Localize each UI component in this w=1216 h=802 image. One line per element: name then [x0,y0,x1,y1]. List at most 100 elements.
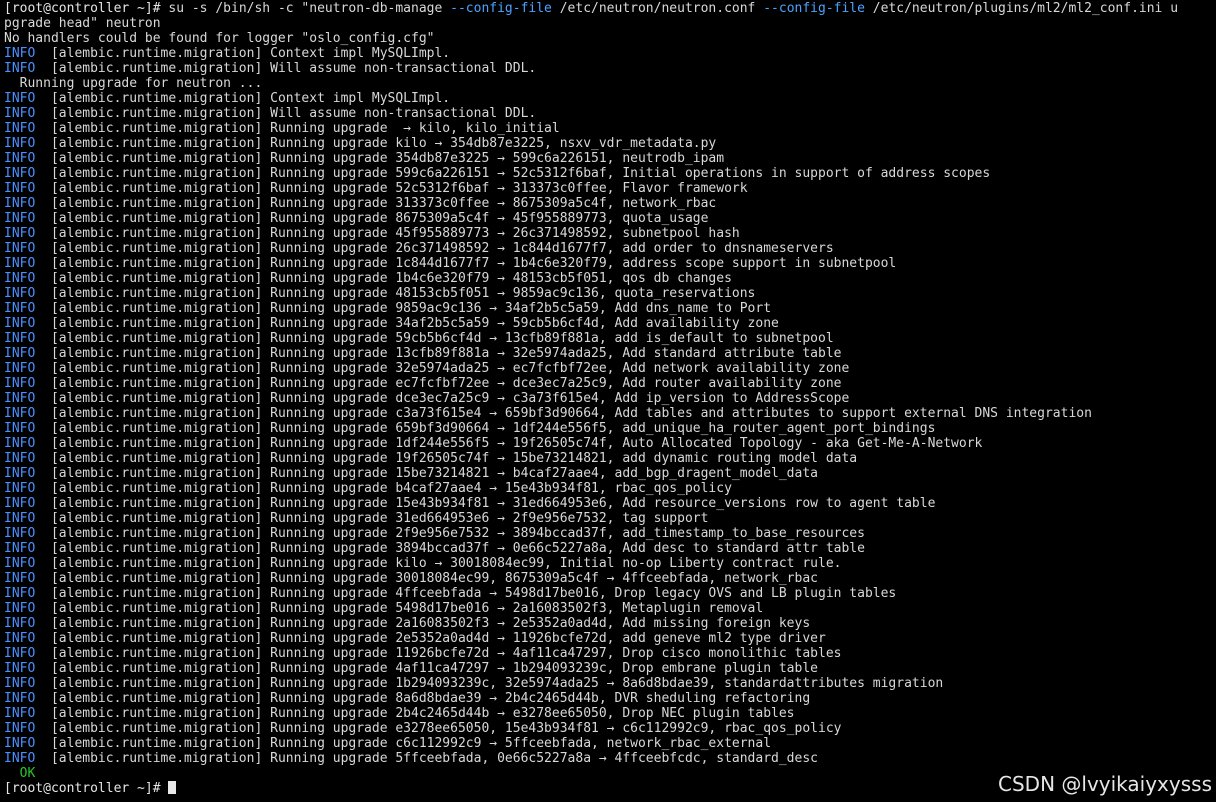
log-message: Running upgrade 3894bccad37f → 0e66c5227… [270,541,865,556]
log-logger: [alembic.runtime.migration] [35,406,271,421]
log-line: INFO [alembic.runtime.migration] Running… [4,451,1216,466]
log-line: INFO [alembic.runtime.migration] Running… [4,166,1216,181]
terminal-window[interactable]: [root@controller ~]# su -s /bin/sh -c "n… [0,0,1216,802]
log-line: INFO [alembic.runtime.migration] Running… [4,226,1216,241]
log-level: INFO [4,286,36,301]
log-logger: [alembic.runtime.migration] [35,151,271,166]
log-logger: [alembic.runtime.migration] [35,436,271,451]
log-message: Running upgrade 1b294093239c, 32e5974ada… [270,676,944,691]
log-level: INFO [4,181,36,196]
log-logger: [alembic.runtime.migration] [35,556,271,571]
log-message: Running upgrade 45f955889773 → 26c371498… [270,226,740,241]
log-logger: [alembic.runtime.migration] [35,316,271,331]
log-level: INFO [4,496,36,511]
log-level: INFO [4,346,36,361]
log-line: INFO [alembic.runtime.migration] Running… [4,391,1216,406]
log-message: Running upgrade 1b4c6e320f79 → 48153cb5f… [270,271,732,286]
log-message: Will assume non-transactional DDL. [270,61,537,76]
log-level: INFO [4,541,36,556]
log-logger: [alembic.runtime.migration] [35,481,271,496]
log-level: INFO [4,526,36,541]
log-line: INFO [alembic.runtime.migration] Running… [4,151,1216,166]
log-line: INFO [alembic.runtime.migration] Running… [4,751,1216,766]
log-message: Running upgrade 599c6a226151 → 52c5312f6… [270,166,991,181]
log-message: Running upgrade 48153cb5f051 → 9859ac9c1… [270,286,756,301]
log-line: INFO [alembic.runtime.migration] Running… [4,316,1216,331]
log-line: INFO [alembic.runtime.migration] Running… [4,241,1216,256]
log-message: Running upgrade 313373c0ffee → 8675309a5… [270,196,717,211]
log-level: INFO [4,616,36,631]
log-message: Running upgrade 2e5352a0ad4d → 11926bcfe… [270,631,826,646]
logger-notice: No handlers could be found for logger "o… [4,31,435,46]
log-line: INFO [alembic.runtime.migration] Running… [4,196,1216,211]
log-line: INFO [alembic.runtime.migration] Running… [4,571,1216,586]
log-line: INFO [alembic.runtime.migration] Running… [4,541,1216,556]
log-line: INFO [alembic.runtime.migration] Running… [4,646,1216,661]
log-message: Running upgrade c3a73f615e4 → 659bf3d906… [270,406,1092,421]
log-level: INFO [4,436,36,451]
log-level: INFO [4,361,36,376]
log-message: Running upgrade 5ffceebfada, 0e66c5227a8… [270,751,818,766]
log-line: INFO [alembic.runtime.migration] Running… [4,181,1216,196]
log-logger: [alembic.runtime.migration] [35,511,271,526]
log-logger: [alembic.runtime.migration] [35,571,271,586]
log-logger: [alembic.runtime.migration] [35,136,271,151]
log-message: Running upgrade dce3ec7a25c9 → c3a73f615… [270,391,850,406]
log-level: INFO [4,61,36,76]
log-logger: [alembic.runtime.migration] [35,496,271,511]
log-level: INFO [4,586,36,601]
log-logger: [alembic.runtime.migration] [35,661,271,676]
log-message: Running upgrade 59cb5b6cf4d → 13cfb89f88… [270,331,834,346]
log-message: Running upgrade 4af11ca47297 → 1b2940932… [270,661,818,676]
log-logger: [alembic.runtime.migration] [35,736,271,751]
log-message: Context impl MySQLImpl. [270,46,451,61]
log-logger: [alembic.runtime.migration] [35,46,271,61]
log-logger: [alembic.runtime.migration] [35,166,271,181]
log-line: INFO [alembic.runtime.migration] Running… [4,676,1216,691]
log-level: INFO [4,46,36,61]
log-logger: [alembic.runtime.migration] [35,421,271,436]
log-message: Running upgrade 1c844d1677f7 → 1b4c6e320… [270,256,897,271]
log-line: INFO [alembic.runtime.migration] Running… [4,481,1216,496]
log-logger: [alembic.runtime.migration] [35,751,271,766]
log-logger: [alembic.runtime.migration] [35,301,271,316]
log-message: Running upgrade kilo → 30018084ec99, Ini… [270,556,842,571]
log-line: INFO [alembic.runtime.migration] Running… [4,376,1216,391]
log-logger: [alembic.runtime.migration] [35,211,271,226]
log-line: INFO [alembic.runtime.migration] Will as… [4,61,1216,76]
log-line: INFO [alembic.runtime.migration] Running… [4,271,1216,286]
log-line: INFO [alembic.runtime.migration] Running… [4,496,1216,511]
log-logger: [alembic.runtime.migration] [35,181,271,196]
log-logger: [alembic.runtime.migration] [35,106,271,121]
log-level: INFO [4,646,36,661]
log-logger: [alembic.runtime.migration] [35,706,271,721]
log-message: Running upgrade c6c112992c9 → 5ffceebfad… [270,736,772,751]
log-message: Will assume non-transactional DDL. [270,106,537,121]
log-level: INFO [4,166,36,181]
log-line: INFO [alembic.runtime.migration] Running… [4,421,1216,436]
command-flag: --config-file [450,1,552,16]
migration-log: INFO [alembic.runtime.migration] Context… [4,91,1216,766]
log-line: INFO [alembic.runtime.migration] Running… [4,286,1216,301]
log-line: INFO [alembic.runtime.migration] Running… [4,631,1216,646]
log-logger: [alembic.runtime.migration] [35,391,271,406]
log-logger: [alembic.runtime.migration] [35,376,271,391]
log-line: INFO [alembic.runtime.migration] Running… [4,586,1216,601]
log-message: Running upgrade 30018084ec99, 8675309a5c… [270,571,818,586]
log-line: INFO [alembic.runtime.migration] Running… [4,511,1216,526]
log-level: INFO [4,331,36,346]
log-line: INFO [alembic.runtime.migration] Running… [4,436,1216,451]
log-logger: [alembic.runtime.migration] [35,691,271,706]
log-logger: [alembic.runtime.migration] [35,256,271,271]
log-level: INFO [4,721,36,736]
log-message: Running upgrade 1df244e556f5 → 19f26505c… [270,436,983,451]
command-flag: --config-file [763,1,865,16]
log-logger: [alembic.runtime.migration] [35,601,271,616]
pre-log-block: INFO [alembic.runtime.migration] Context… [4,46,1216,76]
log-line: INFO [alembic.runtime.migration] Context… [4,46,1216,61]
log-line: INFO [alembic.runtime.migration] Running… [4,346,1216,361]
log-line: INFO [alembic.runtime.migration] Running… [4,601,1216,616]
log-level: INFO [4,91,36,106]
log-level: INFO [4,211,36,226]
log-level: INFO [4,511,36,526]
